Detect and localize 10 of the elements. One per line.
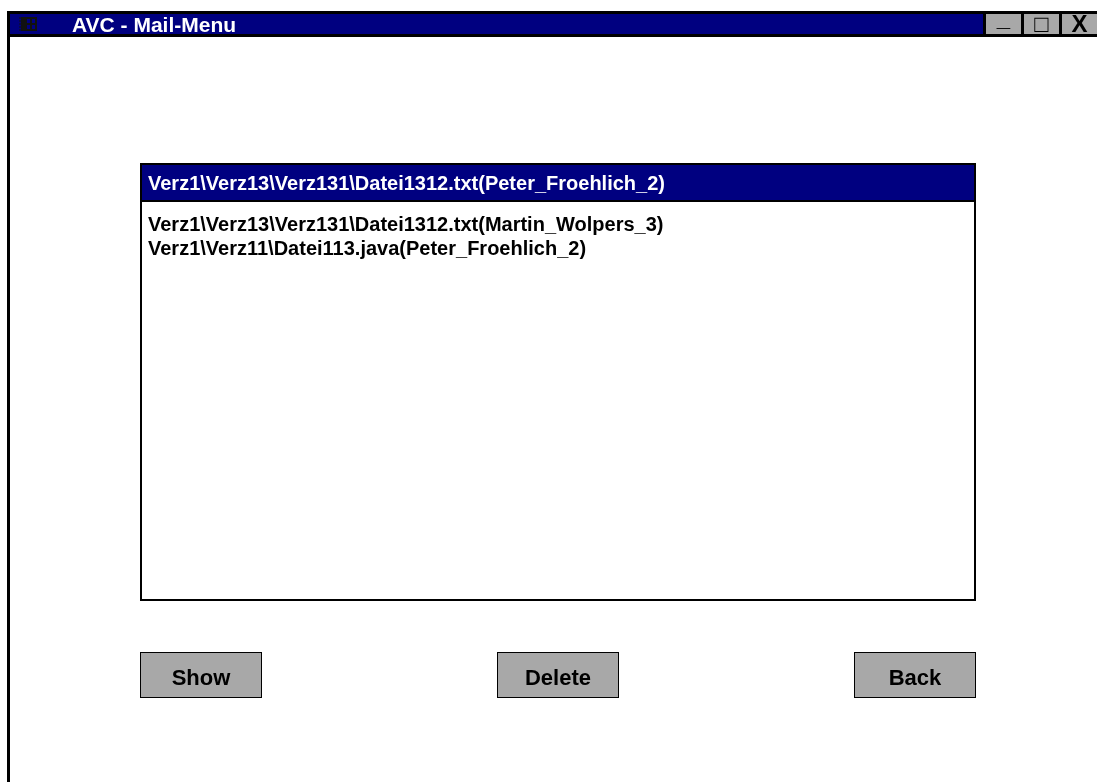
list-item[interactable]: Verz1\Verz11\Datei113.java(Peter_Froehlich_2) [142, 236, 974, 260]
minimize-button[interactable]: _ [983, 14, 1021, 34]
maximize-button[interactable]: □ [1021, 14, 1059, 34]
delete-button[interactable]: Delete [497, 652, 619, 698]
list-item[interactable]: Verz1\Verz13\Verz131\Datei1312.txt(Martin_Wolpers_3) [142, 212, 974, 236]
window-title: AVC - Mail-Menu [72, 13, 237, 35]
list-item[interactable]: Verz1\Verz13\Verz131\Datei1312.txt(Peter_Froehlich_2) [142, 165, 974, 202]
show-button[interactable]: Show [140, 652, 262, 698]
close-button[interactable]: X [1059, 14, 1097, 34]
back-button[interactable]: Back [854, 652, 976, 698]
